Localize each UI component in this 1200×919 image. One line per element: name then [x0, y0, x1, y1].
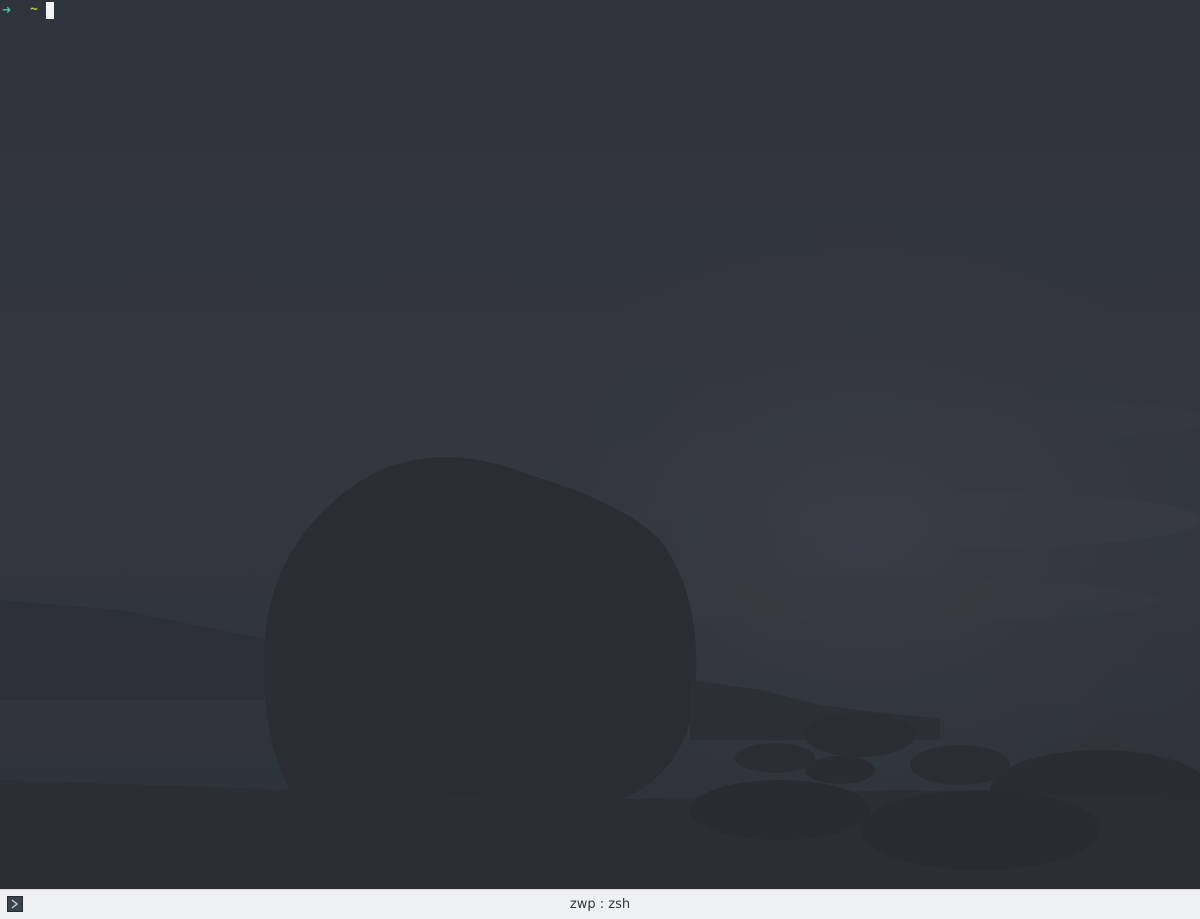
wallpaper-background — [0, 0, 1200, 889]
shell-prompt-line[interactable]: ➜ ~ — [2, 1, 54, 19]
current-directory: ~ — [30, 2, 38, 17]
tab-bar: zwp : zsh — [0, 889, 1200, 919]
prompt-arrow-icon: ➜ — [2, 1, 12, 19]
terminal-viewport[interactable]: ➜ ~ — [0, 0, 1200, 889]
text-cursor — [45, 1, 54, 19]
session-title[interactable]: zwp : zsh — [0, 897, 1200, 912]
